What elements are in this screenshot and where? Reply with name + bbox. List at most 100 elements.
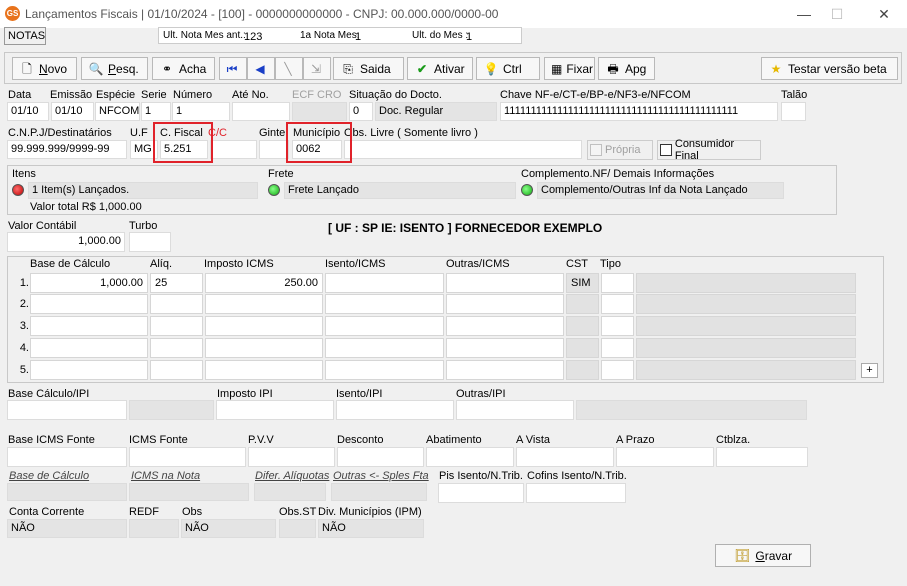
numero-field[interactable]: 1 [172, 102, 230, 121]
outras-icms-cell[interactable] [446, 316, 564, 336]
a-vista-field[interactable] [516, 447, 614, 467]
isento-ipi-field[interactable] [336, 400, 454, 420]
tipo-cell[interactable] [601, 360, 634, 380]
close-icon[interactable]: ✕ [873, 4, 895, 24]
icms-nota-field [129, 483, 249, 501]
base-fonte-field[interactable] [7, 447, 127, 467]
redf-field[interactable] [129, 519, 179, 538]
cofins-isento-field[interactable] [526, 483, 626, 503]
aliq-cell[interactable] [150, 338, 203, 358]
tipo-cell[interactable] [601, 294, 634, 314]
saida-button[interactable]: ⎘ Saida [333, 57, 404, 80]
imposto-icms-cell[interactable] [205, 360, 323, 380]
minimize-icon[interactable]: — [793, 4, 815, 24]
base-fonte-label: Base ICMS Fonte [8, 434, 95, 446]
cst-cell[interactable] [566, 360, 599, 380]
aliq-cell[interactable]: 25 [150, 273, 203, 293]
imposto-icms-cell[interactable] [205, 316, 323, 336]
tab-notas[interactable]: NOTAS [4, 27, 46, 45]
ginte-field[interactable] [259, 140, 289, 159]
base-calculo-cell[interactable]: 1,000.00 [30, 273, 148, 293]
a-prazo-label: A Prazo [616, 434, 655, 446]
acha-button[interactable]: ⚭ Acha [152, 57, 215, 80]
last-record-button[interactable]: ⇲ [303, 57, 331, 80]
tipo-cell[interactable] [601, 338, 634, 358]
obs-field[interactable]: NÃO [181, 519, 276, 538]
pis-isento-field[interactable] [438, 483, 524, 503]
a-vista-label: A Vista [516, 434, 551, 446]
aliq-cell[interactable] [150, 316, 203, 336]
outras-icms-cell[interactable] [446, 360, 564, 380]
ctrl-button[interactable]: 💡 Ctrl [476, 57, 540, 80]
outras-icms-cell[interactable] [446, 294, 564, 314]
valor-contabil-field[interactable]: 1,000.00 [7, 232, 125, 252]
redf-label: REDF [129, 506, 159, 518]
tipo-cell[interactable] [601, 273, 634, 293]
icms-fonte-field[interactable] [129, 447, 246, 467]
imposto-icms-cell[interactable] [205, 294, 323, 314]
apg-button[interactable]: 🖶 Apg [598, 57, 655, 80]
isento-icms-cell[interactable] [325, 316, 444, 336]
aliq-cell[interactable] [150, 360, 203, 380]
maximize-icon[interactable]: ☐ [826, 4, 848, 24]
chave-field[interactable]: 1111111111111111111111111111111111111111… [500, 102, 778, 121]
isento-icms-cell[interactable] [325, 338, 444, 358]
propria-checkbox[interactable]: Própria [587, 140, 653, 160]
situacao-code-field[interactable]: 0 [349, 102, 373, 121]
pesq-button[interactable]: 🔍 Pesq. [81, 57, 148, 80]
obs-st-field[interactable] [279, 519, 316, 538]
pvv-field[interactable] [248, 447, 335, 467]
obs-livre-field[interactable] [344, 140, 582, 159]
ate-no-field[interactable] [232, 102, 290, 121]
novo-button[interactable]: 🗋 Novo [12, 57, 77, 80]
conta-corrente-field[interactable]: NÃO [7, 519, 127, 538]
aliq-cell[interactable] [150, 294, 203, 314]
cnpj-field[interactable]: 99.999.999/9999-99 [7, 140, 127, 159]
cst-cell[interactable] [566, 294, 599, 314]
cst-cell[interactable] [566, 316, 599, 336]
complemento-status[interactable]: Complemento/Outras Inf da Nota Lançado [521, 181, 786, 199]
cc-field[interactable] [210, 140, 257, 159]
base-ipi-field[interactable] [7, 400, 127, 420]
gravar-button[interactable]: 🗄 Gravar [715, 544, 811, 567]
serie-field[interactable]: 1 [141, 102, 171, 121]
next-record-button[interactable]: ╲ [275, 57, 303, 80]
imposto-icms-cell[interactable] [205, 338, 323, 358]
cst-cell[interactable]: SIM [566, 273, 599, 293]
outras-ipi-field[interactable] [456, 400, 574, 420]
isento-icms-cell[interactable] [325, 360, 444, 380]
outras-icms-cell[interactable] [446, 338, 564, 358]
isento-icms-cell[interactable] [325, 294, 444, 314]
cnpj-label: C.N.P.J/Destinatários [8, 127, 112, 139]
base-calculo-cell[interactable] [30, 360, 148, 380]
ctblza-field[interactable] [716, 447, 808, 467]
emissao-field[interactable]: 01/10 [51, 102, 94, 121]
fixar-button[interactable]: ▦ Fixar [544, 57, 595, 80]
frete-status[interactable]: Frete Lançado [268, 181, 518, 199]
a-prazo-field[interactable] [616, 447, 714, 467]
imposto-ipi-field[interactable] [216, 400, 334, 420]
desconto-field[interactable] [337, 447, 424, 467]
add-row-button[interactable]: + [861, 363, 878, 378]
turbo-field[interactable] [129, 232, 171, 252]
abatimento-field[interactable] [426, 447, 514, 467]
first-record-button[interactable]: ⏮ [219, 57, 247, 80]
imposto-icms-cell[interactable]: 250.00 [205, 273, 323, 293]
isento-icms-cell[interactable] [325, 273, 444, 293]
base-calculo-cell[interactable] [30, 316, 148, 336]
cst-cell[interactable] [566, 338, 599, 358]
ativar-button[interactable]: ✔ Ativar [407, 57, 473, 80]
base-calculo-cell[interactable] [30, 338, 148, 358]
consumidor-final-checkbox[interactable]: Consumidor Final [657, 138, 761, 162]
talao-field[interactable] [781, 102, 806, 121]
base-calculo-cell[interactable] [30, 294, 148, 314]
itens-status[interactable]: 1 Item(s) Lançados. [12, 181, 262, 199]
prev-record-button[interactable]: ◀ [247, 57, 275, 80]
outras-icms-cell[interactable] [446, 273, 564, 293]
tipo-cell[interactable] [601, 316, 634, 336]
testar-versao-beta-button[interactable]: ★ Testar versão beta [761, 57, 898, 80]
ipi-extra-field [576, 400, 807, 420]
data-field[interactable]: 01/10 [7, 102, 49, 121]
especie-field[interactable]: NFCOM [95, 102, 140, 121]
div-municipios-field[interactable]: NÃO [318, 519, 424, 538]
